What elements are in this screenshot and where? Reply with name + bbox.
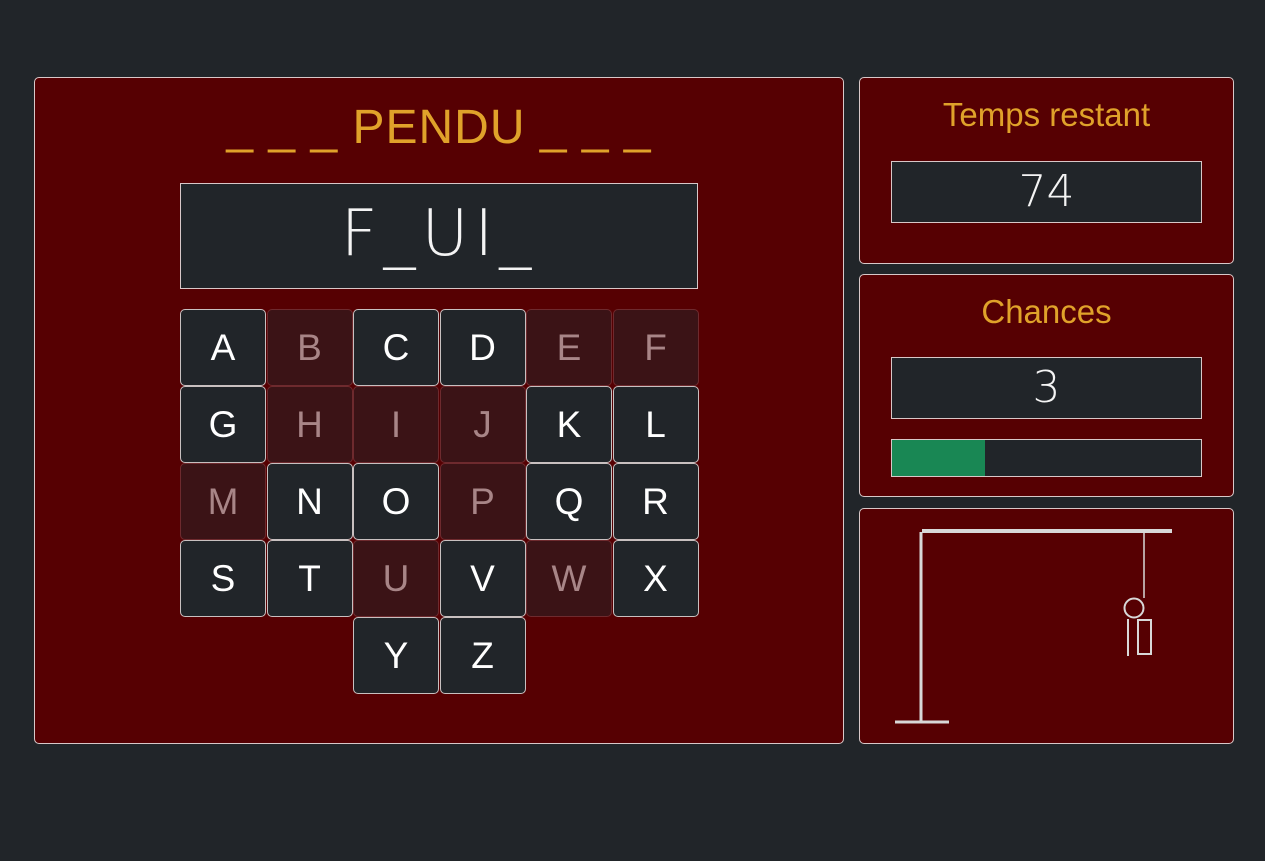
key-q[interactable]: Q	[526, 463, 612, 540]
key-e[interactable]: E	[526, 309, 612, 386]
key-x[interactable]: X	[612, 540, 699, 617]
key-f[interactable]: F	[612, 309, 699, 386]
hangman-drawing	[895, 529, 1172, 724]
chances-progress-bar	[891, 439, 1202, 477]
key-r[interactable]: R	[612, 463, 699, 540]
key-t[interactable]: T	[266, 540, 353, 617]
chances-progress-fill	[892, 440, 985, 476]
chances-panel: Chances 3	[859, 274, 1234, 497]
key-k[interactable]: K	[526, 386, 612, 463]
time-label: Temps restant	[942, 96, 1151, 133]
game-panel: _ _ _ PENDU _ _ _ F_UI_ ABCDEF GHIJKL MNOP…	[34, 77, 844, 744]
key-m[interactable]: M	[180, 463, 266, 540]
key-h[interactable]: H	[266, 386, 353, 463]
key-d[interactable]: D	[439, 309, 526, 386]
key-j[interactable]: J	[439, 386, 526, 463]
time-panel: Temps restant 74	[859, 77, 1234, 264]
key-a[interactable]: A	[180, 309, 266, 386]
key-z[interactable]: Z	[439, 617, 526, 694]
chances-label: Chances	[981, 293, 1112, 330]
hangman-head	[1123, 597, 1145, 619]
key-i[interactable]: I	[353, 386, 439, 463]
key-w[interactable]: W	[526, 540, 612, 617]
key-v[interactable]: V	[439, 540, 526, 617]
key-y[interactable]: Y	[353, 617, 439, 694]
hangman-torso	[1137, 619, 1152, 655]
key-o[interactable]: O	[353, 463, 439, 540]
key-s[interactable]: S	[180, 540, 266, 617]
time-remaining-value: 74	[891, 161, 1202, 223]
key-p[interactable]: P	[439, 463, 526, 540]
key-c[interactable]: C	[353, 309, 439, 386]
chances-value: 3	[891, 357, 1202, 419]
key-u[interactable]: U	[353, 540, 439, 617]
hangman-drawing-panel	[859, 508, 1234, 744]
key-n[interactable]: N	[266, 463, 353, 540]
key-b[interactable]: B	[266, 309, 353, 386]
key-g[interactable]: G	[180, 386, 266, 463]
game-title: _ _ _ PENDU _ _ _	[226, 101, 652, 154]
masked-word-display: F_UI_	[180, 183, 698, 289]
key-l[interactable]: L	[612, 386, 699, 463]
